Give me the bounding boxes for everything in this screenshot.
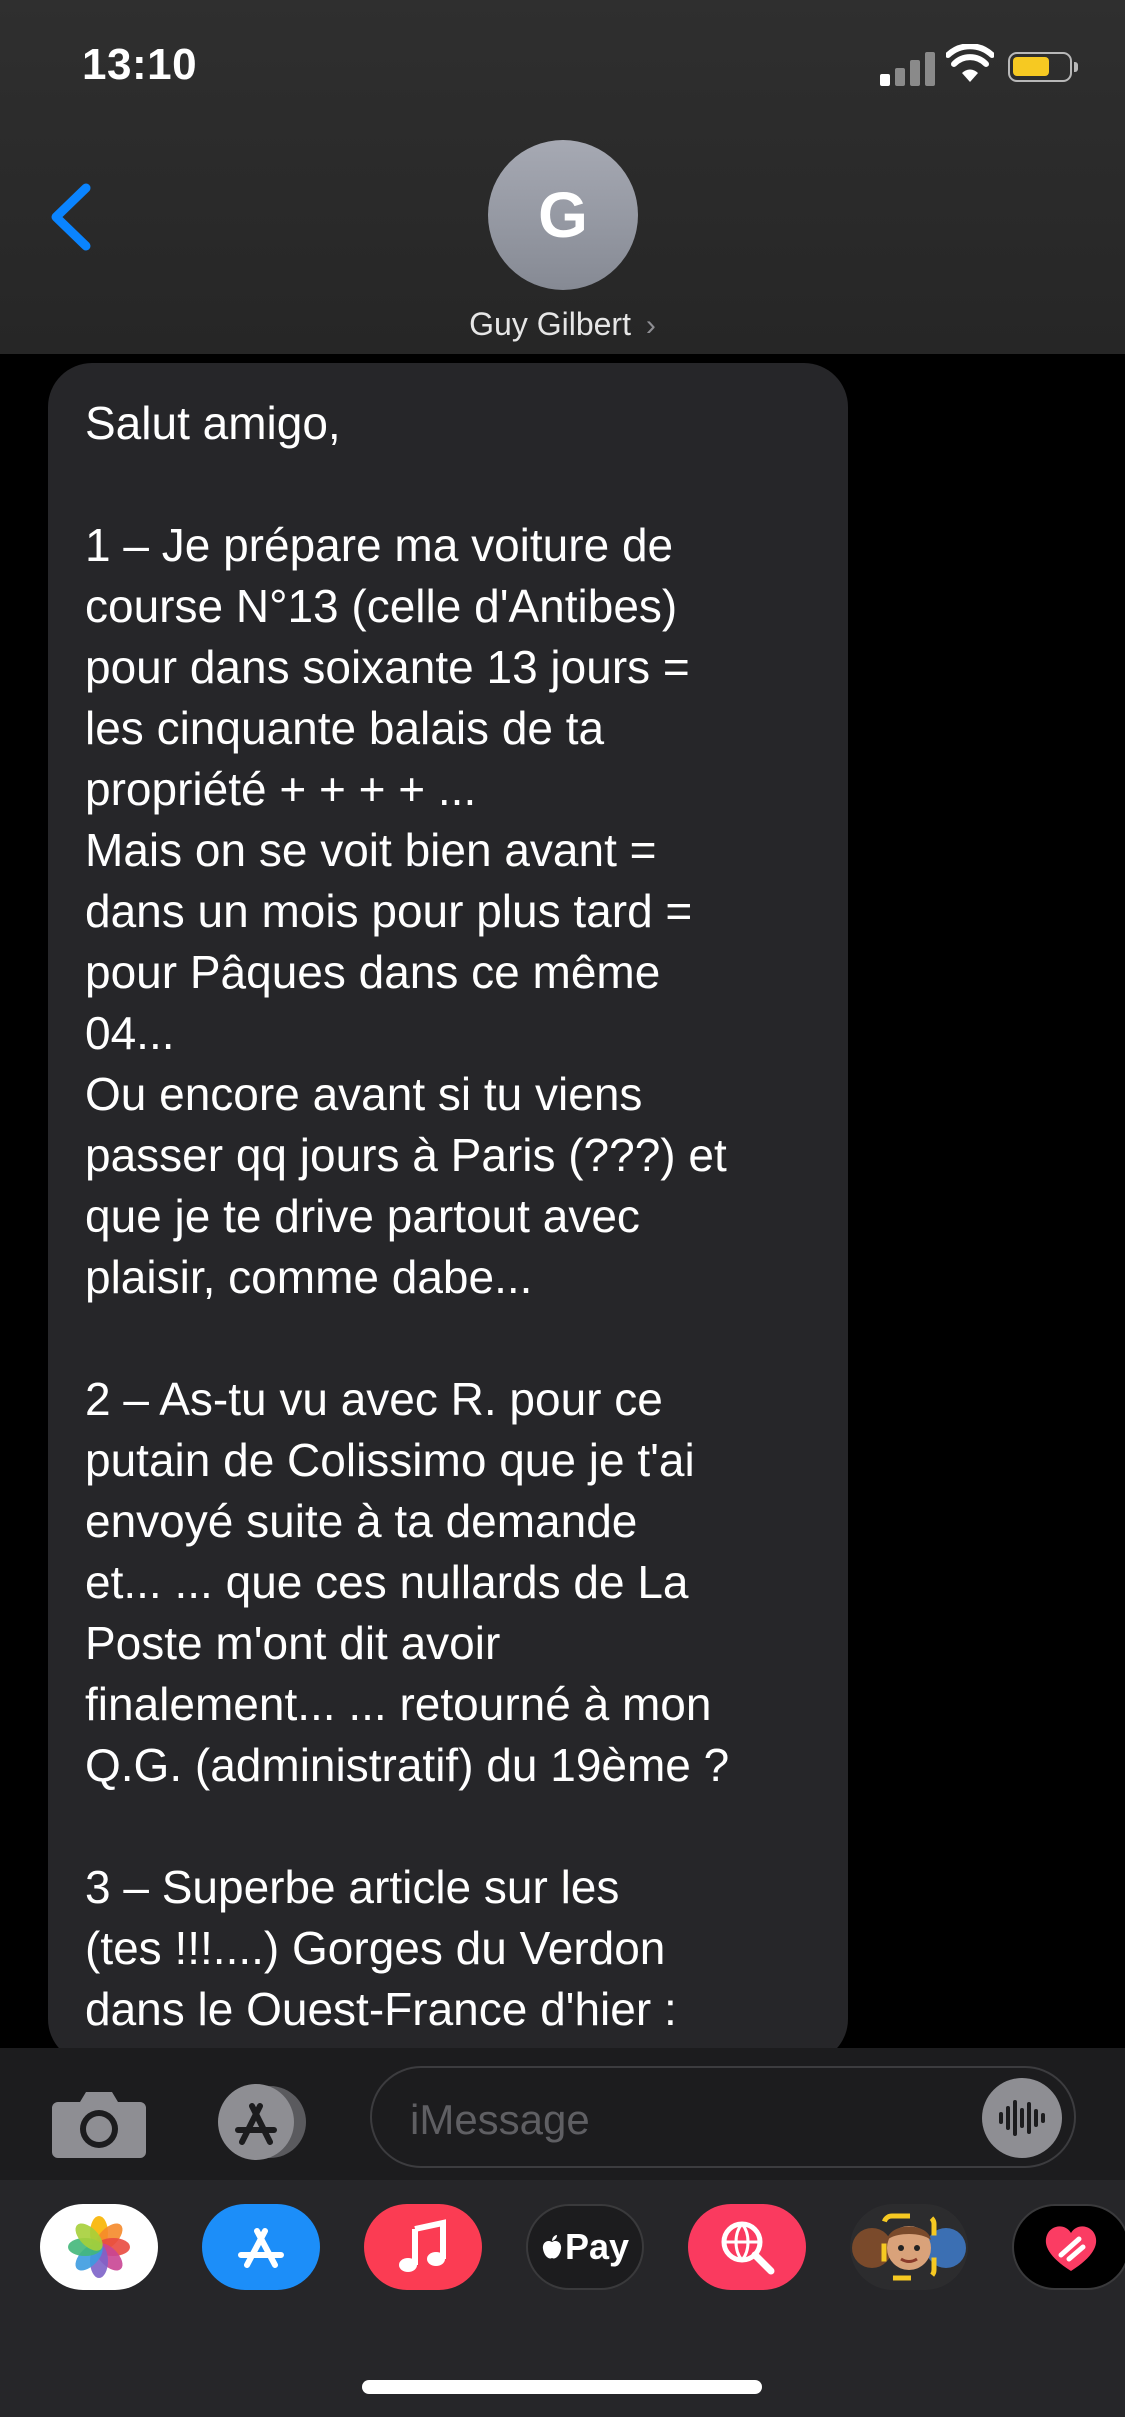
message-line: Q.G. (administratif) du 19ème ? (85, 1739, 730, 1791)
back-button[interactable] (46, 182, 96, 252)
message-line: 3 – Superbe article sur les (85, 1861, 620, 1913)
message-line (85, 454, 812, 515)
memoji-icon[interactable] (850, 2204, 968, 2290)
music-icon[interactable] (364, 2204, 482, 2290)
message-line: dans un mois pour plus tard = (85, 885, 693, 937)
wifi-icon (946, 44, 994, 82)
message-line: dans le Ouest-France d'hier : (85, 1983, 677, 2035)
message-link[interactable]: https://www.ouest-france.fr/ (85, 2040, 812, 2048)
message-line: Salut amigo, (85, 397, 341, 449)
message-line: (tes !!!....) Gorges du Verdon (85, 1922, 666, 1974)
conversation-header: 13:10 G Guy Gilbert › (0, 0, 1125, 354)
apple-pay-icon[interactable]: Pay (526, 2204, 644, 2290)
message-line (85, 1308, 812, 1369)
avatar-initial: G (538, 179, 588, 251)
apple-pay-label: Pay (564, 2226, 630, 2267)
imessage-input[interactable]: iMessage (370, 2066, 1076, 2168)
contact-name-button[interactable]: Guy Gilbert › (0, 306, 1125, 343)
message-line: les cinquante balais de ta (85, 702, 605, 754)
message-line: envoyé suite à ta demande (85, 1495, 638, 1547)
message-line: Poste m'ont dit avoir (85, 1617, 501, 1669)
message-input-bar: iMessage (0, 2048, 1125, 2180)
home-indicator[interactable] (362, 2380, 762, 2394)
contact-name: Guy Gilbert (469, 306, 631, 342)
message-line: 1 – Je prépare ma voiture de (85, 519, 674, 571)
chevron-right-icon: › (645, 309, 656, 342)
digital-touch-icon[interactable] (1012, 2204, 1125, 2290)
camera-icon[interactable] (50, 2088, 148, 2160)
message-line: 04... (85, 1007, 175, 1059)
message-line: propriété + + + + ... (85, 763, 477, 815)
message-line: passer qq jours à Paris (???) et (85, 1129, 727, 1181)
photos-icon[interactable] (40, 2204, 158, 2290)
message-line: course N°13 (celle d'Antibes) (85, 580, 678, 632)
message-line: Mais on se voit bien avant = (85, 824, 657, 876)
message-line: putain de Colissimo que je t'ai (85, 1434, 695, 1486)
message-line (85, 1796, 812, 1857)
message-line: pour dans soixante 13 jours = (85, 641, 690, 693)
message-line: pour Pâques dans ce même (85, 946, 661, 998)
battery-icon (1008, 52, 1078, 82)
cellular-signal-icon (880, 50, 936, 86)
contact-avatar[interactable]: G (488, 140, 638, 290)
status-time: 13:10 (82, 40, 198, 89)
message-line: et... ... que ces nullards de La (85, 1556, 689, 1608)
imessage-placeholder: iMessage (410, 2096, 590, 2143)
globe-search-icon[interactable] (688, 2204, 806, 2290)
app-store-icon[interactable] (208, 2080, 318, 2164)
message-line: finalement... ... retourné à mon (85, 1678, 712, 1730)
conversation-scroll-area[interactable]: Salut amigo, 1 – Je prépare ma voiture de… (0, 354, 1125, 2048)
received-message-bubble[interactable]: Salut amigo, 1 – Je prépare ma voiture de… (48, 363, 848, 2048)
message-line: que je te drive partout avec (85, 1190, 640, 1242)
message-line: Ou encore avant si tu viens (85, 1068, 643, 1120)
waveform-icon[interactable] (982, 2078, 1062, 2158)
message-line: 2 – As-tu vu avec R. pour ce (85, 1373, 663, 1425)
message-line: plaisir, comme dabe... (85, 1251, 533, 1303)
app-store-icon[interactable] (202, 2204, 320, 2290)
